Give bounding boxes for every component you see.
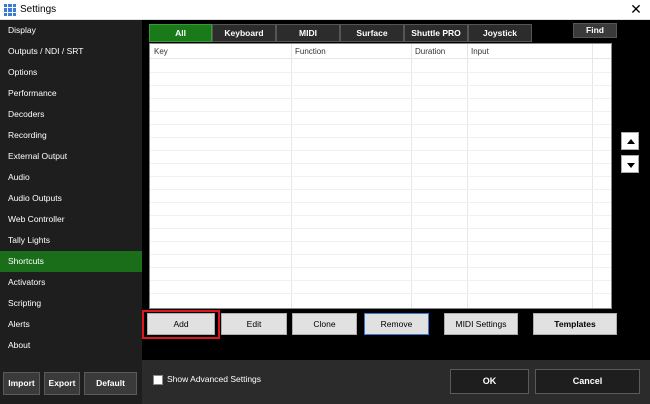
- sidebar-item-decoders[interactable]: Decoders: [0, 104, 142, 125]
- column-input[interactable]: Input: [467, 44, 592, 59]
- sidebar-item-options[interactable]: Options: [0, 62, 142, 83]
- tab-midi[interactable]: MIDI: [276, 24, 340, 42]
- sidebar-item-about[interactable]: About: [0, 335, 142, 356]
- edit-button[interactable]: Edit: [221, 313, 287, 335]
- sidebar-item-audio[interactable]: Audio: [0, 167, 142, 188]
- cancel-button[interactable]: Cancel: [535, 369, 640, 394]
- shortcuts-panel: All Keyboard MIDI Surface Shuttle PRO Jo…: [142, 20, 650, 360]
- sidebar-item-scripting[interactable]: Scripting: [0, 293, 142, 314]
- clone-button[interactable]: Clone: [292, 313, 357, 335]
- sidebar-item-alerts[interactable]: Alerts: [0, 314, 142, 335]
- tab-shuttle-pro[interactable]: Shuttle PRO: [404, 24, 468, 42]
- sidebar-item-performance[interactable]: Performance: [0, 83, 142, 104]
- tab-keyboard[interactable]: Keyboard: [212, 24, 276, 42]
- tab-all[interactable]: All: [149, 24, 212, 42]
- table-header: Key Function Duration Input: [150, 44, 611, 59]
- show-advanced-checkbox[interactable]: [153, 375, 163, 385]
- title-bar: Settings ✕: [0, 0, 650, 20]
- shortcuts-table[interactable]: Key Function Duration Input: [149, 43, 612, 309]
- sidebar-item-display[interactable]: Display: [0, 20, 142, 41]
- sidebar-item-activators[interactable]: Activators: [0, 272, 142, 293]
- sidebar: Display Outputs / NDI / SRT Options Perf…: [0, 20, 142, 404]
- sidebar-item-shortcuts[interactable]: Shortcuts: [0, 251, 142, 272]
- sidebar-item-recording[interactable]: Recording: [0, 125, 142, 146]
- sidebar-item-outputs[interactable]: Outputs / NDI / SRT: [0, 41, 142, 62]
- find-button[interactable]: Find: [573, 23, 617, 38]
- sidebar-item-tally-lights[interactable]: Tally Lights: [0, 230, 142, 251]
- triangle-down-icon: [627, 163, 635, 168]
- templates-button[interactable]: Templates: [533, 313, 617, 335]
- close-icon[interactable]: ✕: [628, 1, 644, 17]
- dialog-footer: Show Advanced Settings OK Cancel: [142, 360, 650, 404]
- column-duration[interactable]: Duration: [411, 44, 467, 59]
- sidebar-item-audio-outputs[interactable]: Audio Outputs: [0, 188, 142, 209]
- ok-button[interactable]: OK: [450, 369, 529, 394]
- move-down-button[interactable]: [621, 155, 639, 173]
- column-key[interactable]: Key: [150, 44, 291, 59]
- remove-button[interactable]: Remove: [364, 313, 429, 335]
- import-button[interactable]: Import: [3, 372, 40, 395]
- sidebar-item-external-output[interactable]: External Output: [0, 146, 142, 167]
- show-advanced-label: Show Advanced Settings: [167, 374, 262, 384]
- tab-joystick[interactable]: Joystick: [468, 24, 532, 42]
- triangle-up-icon: [627, 139, 635, 144]
- column-function[interactable]: Function: [291, 44, 411, 59]
- midi-settings-button[interactable]: MIDI Settings: [444, 313, 518, 335]
- export-button[interactable]: Export: [44, 372, 80, 395]
- move-up-button[interactable]: [621, 132, 639, 150]
- add-button[interactable]: Add: [147, 313, 215, 335]
- window-title: Settings: [20, 4, 57, 15]
- default-button[interactable]: Default: [84, 372, 137, 395]
- tab-surface[interactable]: Surface: [340, 24, 404, 42]
- sidebar-item-web-controller[interactable]: Web Controller: [0, 209, 142, 230]
- app-grid-icon: [4, 4, 16, 16]
